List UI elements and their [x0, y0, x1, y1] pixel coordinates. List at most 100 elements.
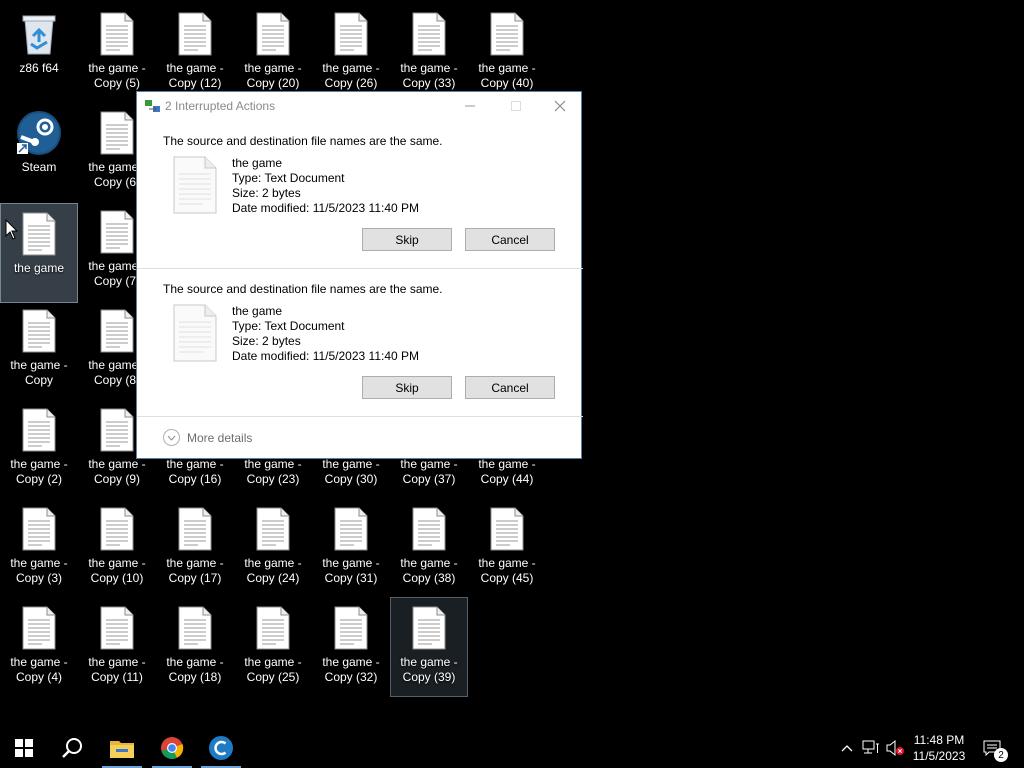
desktop-icon-label: the game - Copy (40)	[478, 61, 536, 90]
file-date-modified: Date modified: 11/5/2023 11:40 PM	[232, 349, 420, 363]
desktop-icon-game-copy[interactable]: the game - Copy (45)	[469, 499, 545, 597]
volume-button[interactable]	[885, 738, 905, 758]
desktop-icon-game-copy[interactable]: the game - Copy (17)	[157, 499, 233, 597]
desktop-icon-recycle-bin[interactable]: z86 f64	[1, 4, 77, 102]
show-hidden-icons-button[interactable]	[837, 738, 857, 758]
text-document-icon	[93, 307, 141, 355]
desktop-icon-label: the game - Copy (23)	[244, 457, 302, 486]
desktop-icon-game-copy[interactable]: the game - Copy (12)	[157, 4, 233, 102]
skip-button[interactable]: Skip	[362, 228, 452, 251]
text-document-icon	[171, 604, 219, 652]
text-document-icon	[15, 604, 63, 652]
text-document-icon	[93, 604, 141, 652]
taskbar-clock[interactable]: 11:48 PM 11/5/2023	[904, 732, 974, 764]
text-document-icon	[15, 307, 63, 355]
text-document-icon	[405, 604, 453, 652]
minimize-button[interactable]	[447, 92, 493, 120]
recycle-bin-icon	[15, 10, 63, 58]
desktop-icon-game-copy[interactable]: the game - Copy (33)	[391, 4, 467, 102]
start-button[interactable]	[0, 728, 48, 768]
text-document-icon	[327, 604, 375, 652]
notification-count-badge: 2	[994, 748, 1008, 762]
text-document-icon	[93, 505, 141, 553]
text-document-icon	[93, 10, 141, 58]
text-document-icon	[15, 505, 63, 553]
taskbar-ccleaner[interactable]	[197, 728, 245, 768]
dialog-titlebar[interactable]: 2 Interrupted Actions	[137, 92, 581, 120]
text-document-icon	[249, 505, 297, 553]
text-document-icon	[93, 406, 141, 454]
network-button[interactable]	[861, 738, 881, 758]
desktop-icon-game-copy[interactable]: the game - Copy	[1, 301, 77, 399]
more-details-toggle[interactable]: More details	[163, 429, 252, 446]
desktop-icon-game-copy[interactable]: the game - Copy (32)	[313, 598, 389, 696]
search-button[interactable]	[48, 728, 96, 768]
desktop-icon-label: the game - Copy (30)	[322, 457, 380, 486]
desktop-icon-game-copy[interactable]: the game - Copy (38)	[391, 499, 467, 597]
desktop-icon-game-copy[interactable]: the game - Copy (18)	[157, 598, 233, 696]
desktop-icon-label: the game - Copy (5)	[88, 61, 146, 90]
desktop-icon-label: the game - Copy (39)	[400, 655, 458, 684]
maximize-button[interactable]	[493, 92, 539, 120]
text-document-icon	[93, 109, 141, 157]
taskbar-file-explorer[interactable]	[98, 728, 146, 768]
conflict-message: The source and destination file names ar…	[163, 134, 443, 148]
desktop-icon-label: the game - Copy (10)	[88, 556, 146, 585]
cancel-button[interactable]: Cancel	[465, 228, 555, 251]
desktop-icon-game-copy[interactable]: the game - Copy (10)	[79, 499, 155, 597]
file-type: Type: Text Document	[232, 319, 345, 333]
desktop-icon-game-copy[interactable]: the game - Copy (20)	[235, 4, 311, 102]
desktop-icon-label: the game - Copy (18)	[166, 655, 224, 684]
desktop-icon-game-copy[interactable]: the game - Copy (26)	[313, 4, 389, 102]
text-document-icon	[405, 505, 453, 553]
search-icon	[62, 738, 82, 758]
text-document-icon	[15, 210, 63, 258]
desktop-icon-label: z86 f64	[19, 61, 59, 75]
desktop-icon-game-copy[interactable]: the game - Copy (40)	[469, 4, 545, 102]
interrupted-actions-dialog: 2 Interrupted Actions The source and des…	[136, 91, 583, 459]
divider	[137, 416, 583, 417]
skip-button[interactable]: Skip	[362, 376, 452, 399]
text-document-icon	[327, 10, 375, 58]
conflict-message: The source and destination file names ar…	[163, 282, 443, 296]
desktop-icon-game-copy[interactable]: the game - Copy (25)	[235, 598, 311, 696]
cancel-button[interactable]: Cancel	[465, 376, 555, 399]
file-name: the game	[232, 156, 283, 170]
desktop-icon-game-copy[interactable]: the game - Copy (3)	[1, 499, 77, 597]
file-explorer-icon	[110, 741, 134, 758]
divider	[137, 268, 583, 269]
desktop-icon-game-copy[interactable]: the game - Copy (2)	[1, 400, 77, 498]
desktop-icon-game-copy[interactable]: the game - Copy (5)	[79, 4, 155, 102]
desktop-icon-label: the game - Copy (11)	[88, 655, 146, 684]
clock-time: 11:48 PM	[913, 733, 965, 747]
desktop-icon-label: the game - Copy (24)	[244, 556, 302, 585]
desktop-icon-label: the game - Copy (9)	[88, 457, 146, 486]
desktop-icon-game-copy[interactable]: the game - Copy (31)	[313, 499, 389, 597]
desktop-icon-label: the game - Copy (45)	[478, 556, 536, 585]
desktop-icon-game-copy[interactable]: the game - Copy (39)	[390, 597, 468, 697]
windows-logo-icon	[15, 739, 33, 757]
desktop-icon-label: the game - Copy	[10, 358, 68, 387]
file-name: the game	[232, 304, 283, 318]
file-size: Size: 2 bytes	[232, 334, 301, 348]
text-document-icon	[15, 406, 63, 454]
desktop-icon-label: the game - Copy (16)	[166, 457, 224, 486]
text-document-icon	[171, 505, 219, 553]
desktop-icon-game-copy[interactable]: the game - Copy (11)	[79, 598, 155, 696]
desktop-icon-label: the game - Copy (38)	[400, 556, 458, 585]
volume-muted-icon	[886, 739, 904, 757]
desktop-icon-label: the game - Copy (4)	[10, 655, 68, 684]
taskbar-chrome[interactable]	[148, 728, 196, 768]
more-details-label: More details	[187, 430, 253, 445]
desktop-icon-game-copy[interactable]: the game - Copy (24)	[235, 499, 311, 597]
minimize-icon	[465, 105, 475, 107]
close-button[interactable]	[537, 92, 583, 120]
desktop-icon-label: the game - Copy (12)	[166, 61, 224, 90]
text-document-icon	[249, 10, 297, 58]
desktop-icon-label: the game - Copy (3)	[10, 556, 68, 585]
desktop-icon-game-copy[interactable]: the game - Copy (4)	[1, 598, 77, 696]
desktop-icon-steam[interactable]: Steam	[1, 103, 77, 201]
maximize-icon	[511, 101, 521, 111]
text-document-icon	[173, 156, 217, 214]
desktop-icon-label: the game - Copy (2)	[10, 457, 68, 486]
